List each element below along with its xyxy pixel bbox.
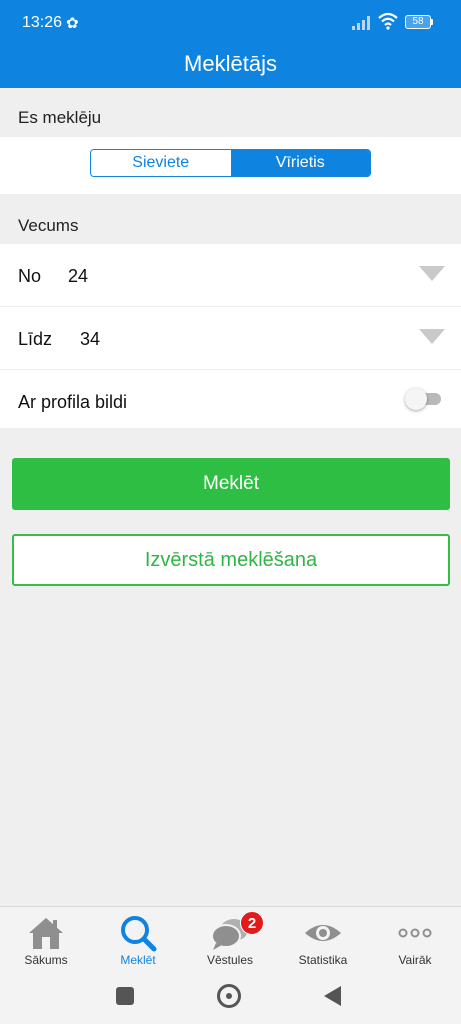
photo-filter-row: Ar profila bildi	[0, 370, 461, 432]
dropdown-arrow-icon	[419, 329, 445, 344]
signal-icon	[352, 16, 370, 30]
age-from-label: No	[18, 266, 42, 286]
age-to-row[interactable]: Līdz 34	[0, 307, 461, 369]
tab-statistics[interactable]: Statistika	[277, 907, 369, 969]
tab-search[interactable]: Meklēt	[92, 907, 184, 969]
home-icon	[29, 918, 63, 949]
dropdown-arrow-icon	[419, 266, 445, 281]
more-icon	[398, 928, 432, 938]
search-icon	[121, 916, 157, 952]
tab-messages[interactable]: 2 Vēstules	[184, 907, 276, 969]
battery-tip	[431, 19, 433, 25]
gender-option-female[interactable]: Sieviete	[91, 150, 231, 176]
battery-icon: 58	[405, 15, 431, 29]
photo-filter-toggle[interactable]	[405, 387, 441, 411]
app-bar: Meklētājs	[0, 44, 461, 88]
eye-icon	[305, 925, 341, 941]
tab-more-label: Vairāk	[398, 953, 432, 967]
search-button[interactable]: Meklēt	[12, 458, 450, 510]
bottom-tab-bar: Sākums Meklēt 2 Vēstules Statistika Vair…	[0, 906, 461, 968]
tab-more[interactable]: Vairāk	[369, 907, 461, 969]
advanced-search-button[interactable]: Izvērstā meklēšana	[12, 534, 450, 586]
gender-panel: Sieviete Vīrietis	[0, 137, 461, 194]
gender-option-male[interactable]: Vīrietis	[230, 150, 370, 176]
tab-home[interactable]: Sākums	[0, 907, 92, 969]
age-from-value: 24	[68, 266, 89, 286]
unread-badge: 2	[240, 911, 264, 935]
tab-search-label: Meklēt	[120, 953, 156, 967]
age-to-label: Līdz	[18, 329, 53, 349]
fan-icon: ✿	[66, 15, 79, 32]
tab-messages-label: Vēstules	[206, 953, 254, 967]
status-bar: 13:26 ✿ 58	[0, 0, 461, 44]
gender-section-label: Es meklēju	[18, 108, 102, 127]
age-from-row[interactable]: No 24	[0, 244, 461, 306]
toggle-knob	[405, 388, 427, 410]
recents-button[interactable]	[116, 987, 134, 1005]
age-section-label: Vecums	[18, 216, 79, 235]
photo-filter-label: Ar profila bildi	[18, 392, 128, 412]
age-panel: No 24 Līdz 34 Ar profila bildi	[0, 244, 461, 428]
home-button[interactable]	[217, 984, 241, 1008]
status-time: 13:26	[22, 14, 63, 31]
back-button[interactable]	[324, 986, 341, 1006]
tab-home-label: Sākums	[24, 953, 68, 967]
system-nav-bar	[0, 968, 461, 1024]
gender-segmented-control: Sieviete Vīrietis	[90, 149, 371, 177]
wifi-icon	[378, 12, 398, 30]
age-to-value: 34	[80, 329, 101, 349]
tab-statistics-label: Statistika	[298, 953, 348, 967]
page-title: Meklētājs	[184, 51, 277, 76]
home-button-dot	[226, 993, 232, 999]
